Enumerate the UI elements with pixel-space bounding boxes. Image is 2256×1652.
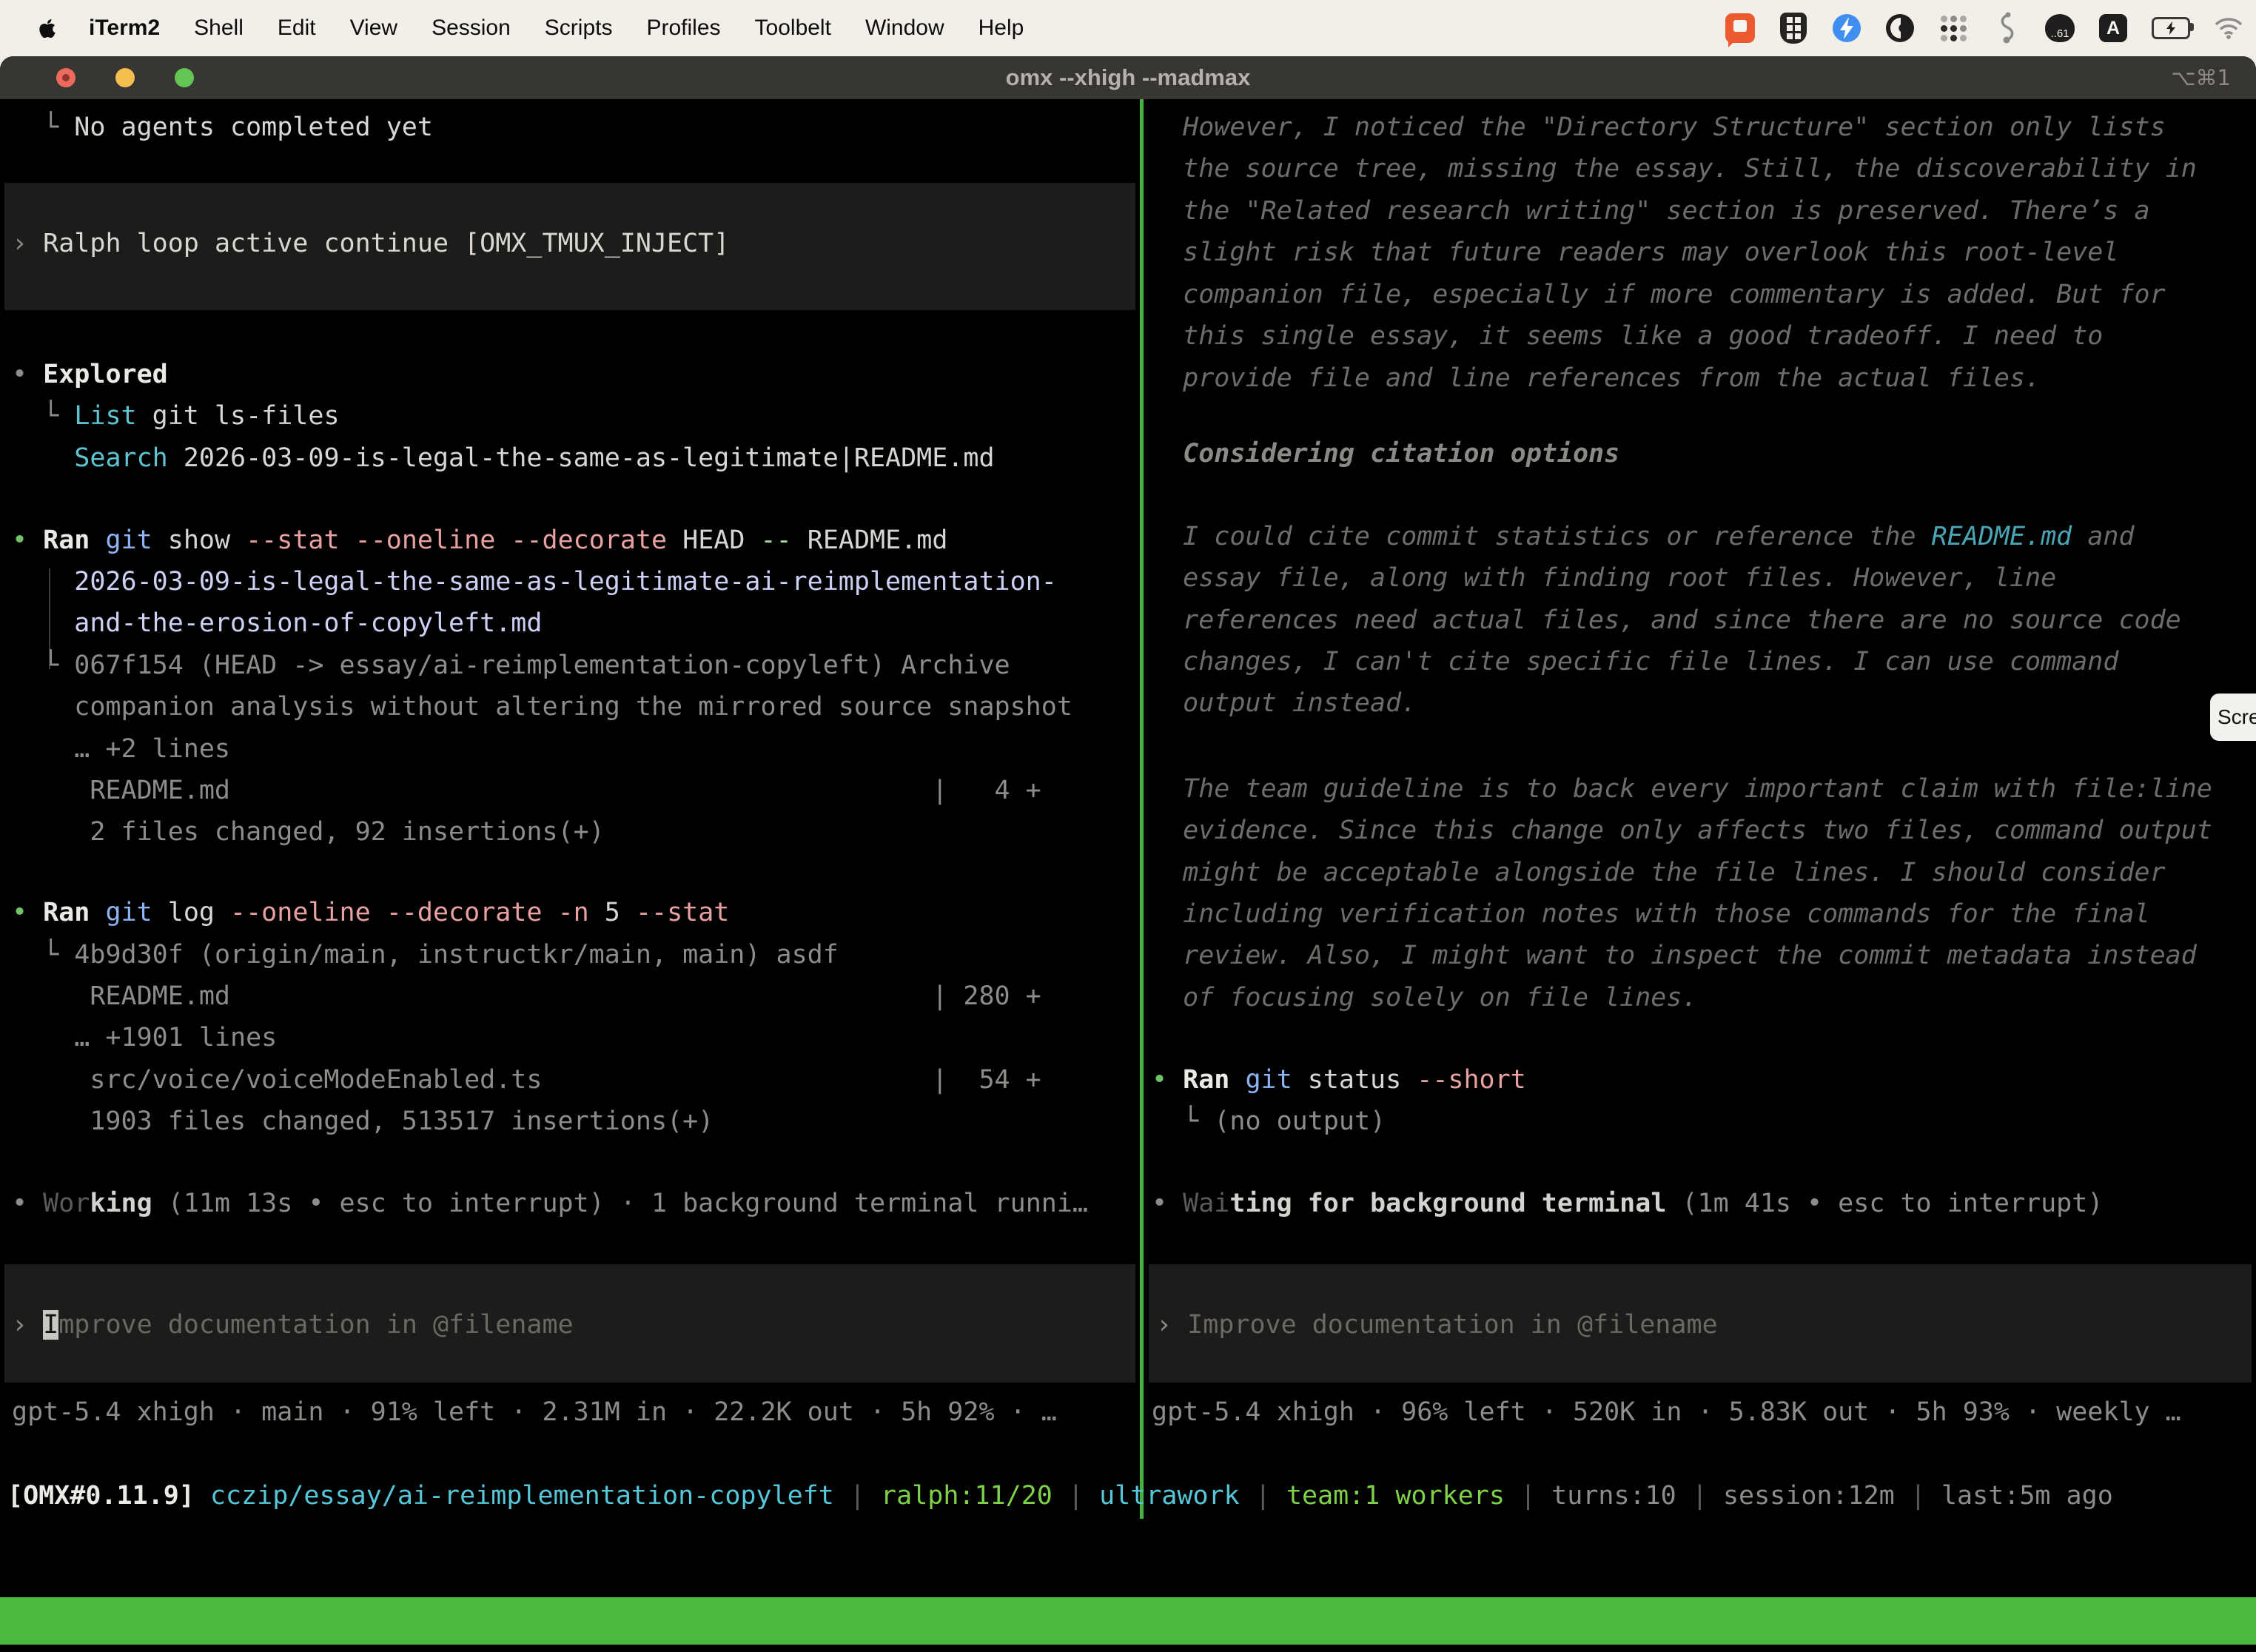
reasoning-line: However, I noticed the "Directory Struct… <box>1152 111 2253 144</box>
ralph-loop-line: › Ralph loop active continue [OMX_TMUX_I… <box>12 227 1135 260</box>
git-log-more-lines: … +1901 lines <box>12 1021 1137 1054</box>
model-status-line: gpt-5.4 xhigh · main · 91% left · 2.31M … <box>12 1396 1137 1428</box>
reasoning-line: might be acceptable alongside the file l… <box>1152 856 2253 889</box>
menu-item-profiles[interactable]: Profiles <box>646 16 720 41</box>
reasoning-line: review. Also, I might want to inspect th… <box>1152 939 2253 972</box>
reasoning-line: provide file and line references from th… <box>1152 362 2253 394</box>
reasoning-line: the "Related research writing" section i… <box>1152 195 2253 227</box>
title-bar[interactable]: omx --xhigh --madmax ⌥⌘1 <box>0 56 2256 99</box>
reasoning-line: the source tree, missing the essay. Stil… <box>1152 152 2253 185</box>
git-show-summary: 2 files changed, 92 insertions(+) <box>12 816 1137 848</box>
apple-menu-icon[interactable] <box>38 17 58 39</box>
prompt-input-box[interactable]: › Improve documentation in @filename <box>4 1264 1135 1383</box>
git-show-arg-line1: 2026-03-09-is-legal-the-same-as-legitima… <box>12 565 1137 598</box>
timer-badge-icon[interactable]: ..61 <box>2044 13 2075 44</box>
menu-item-session[interactable]: Session <box>432 16 511 41</box>
menu-item-toolbelt[interactable]: Toolbelt <box>755 16 831 41</box>
reasoning-line: evidence. Since this change only affects… <box>1152 814 2253 847</box>
git-show-more-lines: … +2 lines <box>12 733 1137 765</box>
tmux-status-bar[interactable]: [omx-cczip0:bash* "MacBook-Pro-44.local"… <box>0 1597 2256 1645</box>
git-show-output2: companion analysis without altering the … <box>12 691 1137 723</box>
reasoning-line: changes, I can't cite specific file line… <box>1152 645 2253 678</box>
tmux-session-name: [omx-cczip0:bash* <box>4 1645 247 1652</box>
window-shortcut: ⌥⌘1 <box>2171 65 2231 90</box>
pane-divider[interactable] <box>1140 99 1144 1519</box>
reasoning-line: The team guideline is to back every impo… <box>1152 773 2253 805</box>
model-status-line: gpt-5.4 xhigh · 96% left · 520K in · 5.8… <box>1152 1396 2253 1428</box>
reasoning-line: including verification notes with those … <box>1152 898 2253 930</box>
screen-overlay-button[interactable]: Scre <box>2210 694 2256 741</box>
reasoning-line: this single essay, it seems like a good … <box>1152 320 2253 352</box>
git-status-output: └ (no output) <box>1152 1105 2253 1138</box>
reasoning-heading: Considering citation options <box>1152 437 2253 470</box>
right-agent-pane[interactable]: However, I noticed the "Directory Struct… <box>1144 99 2256 1563</box>
prompt-input-box[interactable]: › Improve documentation in @filename <box>1149 1264 2252 1383</box>
wifi-icon[interactable] <box>2213 13 2244 44</box>
shield-grid-icon[interactable] <box>1778 13 1809 44</box>
reasoning-line: output instead. <box>1152 687 2253 719</box>
iterm-window: omx --xhigh --madmax ⌥⌘1 └ No agents com… <box>0 56 2256 1652</box>
reasoning-line: companion file, especially if more comme… <box>1152 278 2253 311</box>
menu-item-window[interactable]: Window <box>865 16 944 41</box>
explored-list-line: └ List git ls-files <box>12 400 1137 432</box>
left-agent-pane[interactable]: └ No agents completed yet › Ralph loop a… <box>0 99 1140 1563</box>
git-show-arg-line2: and-the-erosion-of-copyleft.md <box>12 607 1137 639</box>
working-status-line: • Working (11m 13s • esc to interrupt) ·… <box>12 1187 1137 1220</box>
prompt-input-line[interactable]: › Improve documentation in @filename <box>12 1309 1135 1341</box>
git-log-output1: └ 4b9d30f (origin/main, instructkr/main,… <box>12 939 1137 971</box>
git-log-command: • Ran git log --oneline --decorate -n 5 … <box>12 896 1137 929</box>
git-show-stat-readme: README.md | 4 + <box>12 774 1137 807</box>
explored-header: • Explored <box>12 358 1137 391</box>
git-status-command: • Ran git status --short <box>1152 1064 2253 1096</box>
git-show-output1: └ 067f154 (HEAD -> essay/ai-reimplementa… <box>12 649 1137 682</box>
agents-completed-line: └ No agents completed yet <box>12 111 1137 144</box>
reasoning-line: of focusing solely on file lines. <box>1152 981 2253 1014</box>
omx-session-bar: [OMX#0.11.9] cczip/essay/ai-reimplementa… <box>7 1480 2113 1512</box>
window-title: omx --xhigh --madmax <box>0 56 2256 99</box>
git-log-stat-voice: src/voice/voiceModeEnabled.ts | 54 + <box>12 1064 1137 1096</box>
git-log-summary: 1903 files changed, 513517 insertions(+) <box>12 1105 1137 1138</box>
menu-item-app[interactable]: iTerm2 <box>89 16 160 41</box>
git-show-command: • Ran git show --stat --oneline --decora… <box>12 524 1137 557</box>
menu-item-scripts[interactable]: Scripts <box>545 16 613 41</box>
waiting-status-line: • Waiting for background terminal (1m 41… <box>1152 1187 2253 1220</box>
terminal-content[interactable]: └ No agents completed yet › Ralph loop a… <box>0 99 2256 1652</box>
menu-item-shell[interactable]: Shell <box>194 16 244 41</box>
messages-icon[interactable] <box>1725 13 1756 44</box>
reasoning-line: I could cite commit statistics or refere… <box>1152 520 2253 553</box>
menu-item-view[interactable]: View <box>350 16 397 41</box>
squiggle-icon[interactable] <box>1991 13 2022 44</box>
battery-icon[interactable] <box>2151 13 2191 44</box>
explored-search-line: Search 2026-03-09-is-legal-the-same-as-l… <box>12 442 1137 474</box>
git-log-stat-readme: README.md | 280 + <box>12 980 1137 1013</box>
blue-badge-icon[interactable] <box>1831 13 1862 44</box>
reasoning-line: essay file, along with finding root file… <box>1152 562 2253 594</box>
menu-item-help[interactable]: Help <box>978 16 1024 41</box>
menu-item-edit[interactable]: Edit <box>278 16 316 41</box>
ralph-inject-box: › Ralph loop active continue [OMX_TMUX_I… <box>4 183 1135 310</box>
reasoning-line: references need actual files, and since … <box>1152 604 2253 637</box>
dots-grid-icon[interactable] <box>1938 13 1969 44</box>
kaleidoscope-icon[interactable] <box>1884 13 1916 44</box>
input-source-icon[interactable]: A <box>2098 13 2129 44</box>
menu-status-icons: ..61 A <box>1725 0 2244 56</box>
menu-bar: iTerm2 Shell Edit View Session Scripts P… <box>0 0 2256 56</box>
reasoning-line: slight risk that future readers may over… <box>1152 236 2253 269</box>
prompt-input-line[interactable]: › Improve documentation in @filename <box>1156 1309 2252 1341</box>
